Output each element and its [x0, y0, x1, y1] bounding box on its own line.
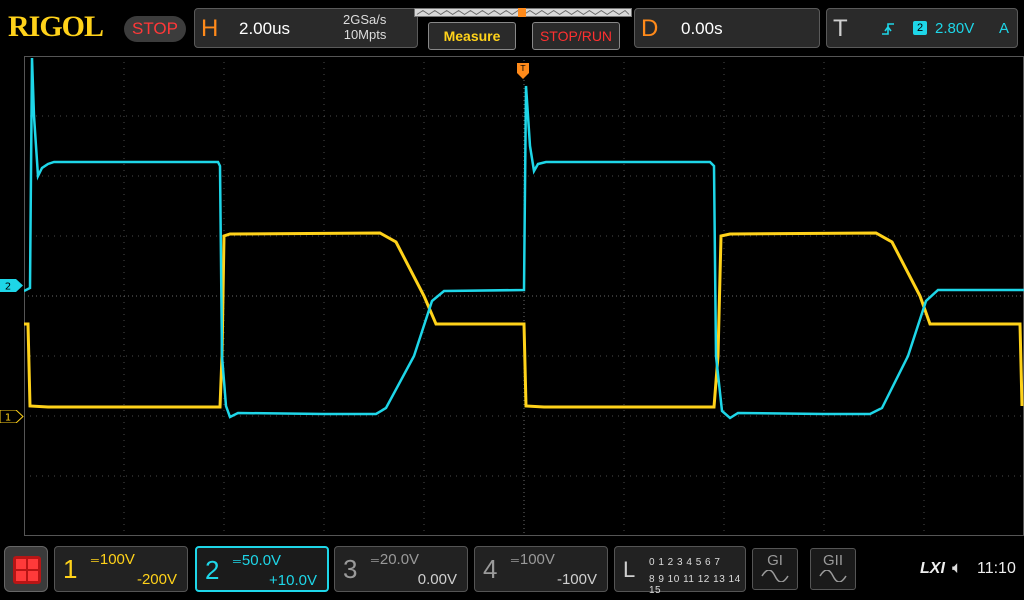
dc-coupling-icon: ═	[91, 555, 100, 567]
run-state-badge[interactable]: STOP	[124, 16, 186, 42]
ch2-offset-marker[interactable]: 2	[0, 279, 24, 292]
channel-1-scale: ═ 100V	[91, 551, 135, 568]
menu-grid-icon	[13, 556, 41, 584]
rigol-logo: RIGOL	[8, 10, 104, 43]
dc-coupling-icon: ═	[511, 555, 520, 567]
memory-depth: 10Mpts	[343, 27, 387, 42]
ch1-marker-label: 1	[5, 413, 11, 424]
logic-channels-low: 0 1 2 3 4 5 6 7	[649, 557, 721, 568]
dc-coupling-icon: ═	[233, 556, 242, 568]
lxi-logo: LXI	[920, 560, 945, 577]
channel-3-number: 3	[343, 554, 358, 584]
generator-1-button[interactable]: GI	[752, 548, 798, 590]
trigger-position-marker[interactable]	[518, 8, 526, 17]
channel-4-box[interactable]: 4 ═ 100V -100V	[474, 546, 608, 592]
channel-2-scale: ═ 50.0V	[233, 552, 282, 569]
speaker-muted-icon[interactable]: 🔈︎	[952, 558, 962, 578]
ch1-trace	[24, 231, 1024, 409]
waveform-display[interactable]	[24, 56, 1024, 536]
channel-2-offset: +10.0V	[269, 572, 317, 589]
trigger-panel[interactable]: T 2 2.80V A	[826, 8, 1018, 48]
trigger-source-badge: 2	[913, 21, 927, 35]
channel-4-number: 4	[483, 554, 498, 584]
ch1-offset-marker[interactable]: 1	[0, 410, 24, 423]
delay-panel[interactable]: D 0.00s	[634, 8, 820, 48]
generator-1-label: GI	[767, 552, 783, 569]
logic-letter: L	[623, 557, 636, 582]
acquisition-info: 2GSa/s 10Mpts	[343, 12, 386, 42]
channel-3-offset: 0.00V	[417, 571, 457, 588]
trigger-point-icon[interactable]: T	[516, 62, 530, 80]
svg-text:T: T	[520, 64, 526, 73]
sample-rate: 2GSa/s	[343, 12, 387, 27]
main-menu-button[interactable]	[4, 546, 48, 592]
timebase-value: 2.00us	[239, 19, 291, 38]
generator-2-label: GII	[822, 552, 843, 569]
sine-wave-icon	[819, 569, 847, 583]
channel-4-scale: ═ 100V	[511, 551, 555, 568]
logic-channels-high: 8 9 10 11 12 13 14 15	[649, 574, 741, 596]
center-axes	[24, 56, 1024, 536]
horizontal-letter: H	[201, 15, 219, 42]
trigger-mode: A	[999, 20, 1010, 37]
horizontal-panel[interactable]: H 2.00us 2GSa/s 10Mpts	[194, 8, 418, 48]
channel-3-scale: ═ 20.0V	[371, 551, 420, 568]
channel-3-box[interactable]: 3 ═ 20.0V 0.00V	[334, 546, 468, 592]
channel-2-box[interactable]: 2 ═ 50.0V +10.0V	[195, 546, 329, 592]
rising-edge-icon	[882, 23, 894, 35]
channel-1-offset: -200V	[136, 571, 177, 588]
logic-analyzer-box[interactable]: L 0 1 2 3 4 5 6 7 8 9 10 11 12 13 14 15	[614, 546, 746, 596]
channel-1-number: 1	[63, 554, 78, 584]
delay-value: 0.00s	[681, 19, 723, 38]
system-clock: 11:10	[977, 560, 1016, 577]
stop-run-button[interactable]: STOP/RUN	[532, 22, 620, 50]
channel-2-number: 2	[205, 555, 220, 585]
delay-letter: D	[641, 15, 659, 42]
channel-1-box[interactable]: 1 ═ 100V -200V	[54, 546, 188, 592]
trigger-letter: T	[833, 15, 848, 42]
ch2-marker-label: 2	[5, 282, 11, 293]
dc-coupling-icon: ═	[371, 555, 380, 567]
trigger-level: 2.80V	[935, 20, 975, 37]
sine-wave-icon	[761, 569, 789, 583]
channel-4-offset: -100V	[556, 571, 597, 588]
generator-2-button[interactable]: GII	[810, 548, 856, 590]
measure-button[interactable]: Measure	[428, 22, 516, 50]
